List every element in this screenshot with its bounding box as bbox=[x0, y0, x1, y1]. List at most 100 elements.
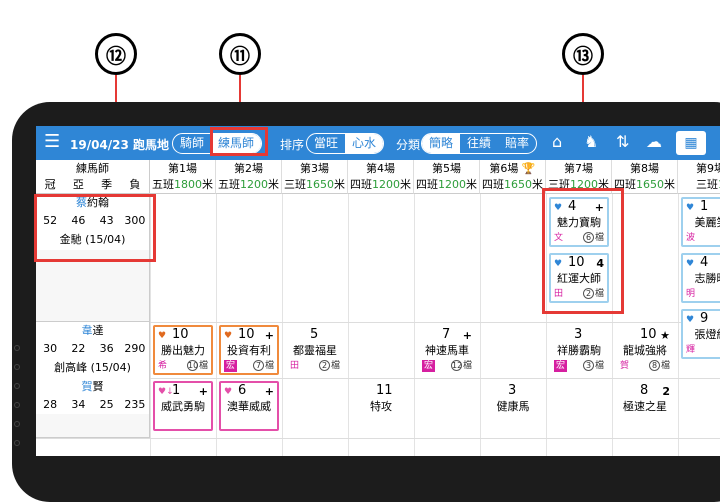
horse-name: 投資有利 bbox=[227, 344, 271, 357]
race-number: 第3場 bbox=[300, 162, 329, 175]
jockey-name: 輝 bbox=[686, 345, 696, 355]
group-record[interactable]: 往績 bbox=[460, 134, 498, 153]
highlight-box-trainer-stats bbox=[34, 194, 156, 262]
trainer-header-title: 練馬師 bbox=[76, 162, 109, 175]
trainer-stat: 34 bbox=[71, 398, 86, 411]
horse-name: 都靈福星 bbox=[293, 344, 337, 357]
trainer-row[interactable]: 韋達 30 22 36 290 創高峰 (15/04) bbox=[36, 322, 150, 378]
trainer-stat: 22 bbox=[71, 342, 86, 355]
horse-name: 張燈結 bbox=[694, 328, 720, 341]
horse-number: 3 bbox=[508, 383, 517, 398]
heart-icon: ♥ bbox=[224, 331, 233, 341]
race-header[interactable]: 第5場四班1200米 bbox=[414, 160, 480, 194]
trainer-name: 賀賢 bbox=[36, 378, 149, 396]
race-unit: 米 bbox=[334, 178, 345, 191]
horse-card[interactable]: ♥ 6 + 澳華威威 bbox=[219, 381, 279, 431]
race-class-distance: 三班1 bbox=[678, 177, 720, 192]
group-simple[interactable]: 簡略 bbox=[422, 134, 461, 153]
trainer-column-header: 練馬師 冠 亞 季 負 bbox=[36, 160, 150, 194]
jockey-name: 波 bbox=[686, 233, 696, 243]
calendar-icon[interactable]: ▦ bbox=[676, 131, 706, 155]
group-odds[interactable]: 賠率 bbox=[498, 134, 536, 153]
horse-name: 極速之星 bbox=[623, 400, 667, 413]
jockey-name: 宏 bbox=[422, 360, 436, 372]
horse-number: 10 bbox=[172, 327, 189, 342]
chat-icon[interactable]: ☁ bbox=[646, 132, 662, 151]
col-win: 冠 bbox=[44, 178, 56, 191]
race-distance: 1650 bbox=[306, 178, 334, 191]
horse-card[interactable]: 3 健康馬 bbox=[483, 381, 543, 431]
trainer-latest-win: 創高峰 (15/04) bbox=[36, 358, 149, 378]
horse-name: 威武勇駒 bbox=[161, 400, 205, 413]
horse-card[interactable]: 10 ★ 龍城強將賀 8 檔 bbox=[615, 325, 675, 375]
horse-mark: + bbox=[264, 385, 274, 398]
tab-jockey[interactable]: 騎師 bbox=[173, 134, 211, 153]
horse-card[interactable]: 3 祥勝霸駒宏 3 檔 bbox=[549, 325, 609, 375]
grid-column-line bbox=[414, 194, 415, 456]
horse-name: 志勝時 bbox=[694, 272, 720, 285]
horse-mark: 2 bbox=[662, 385, 670, 398]
sort-favourite[interactable]: 心水 bbox=[345, 134, 384, 153]
horse-card-top: ♥ 1 bbox=[686, 199, 720, 215]
race-number: 第5場 bbox=[432, 162, 461, 175]
horse-card[interactable]: ♥9張燈結輝5 bbox=[681, 309, 720, 359]
horse-card[interactable]: ♥ 10 勝出魅力希 10檔 bbox=[153, 325, 213, 375]
horse-card[interactable]: 8 2 極速之星 bbox=[615, 381, 675, 431]
race-class-distance: 四班1200米 bbox=[414, 177, 479, 192]
trainer-stat: 290 bbox=[124, 342, 146, 355]
draw-unit: 檔 bbox=[198, 361, 208, 371]
race-class-distance: 五班1200米 bbox=[216, 177, 281, 192]
race-class: 三班 bbox=[696, 178, 718, 191]
trainer-surname: 韋 bbox=[81, 324, 93, 337]
horse-card[interactable]: 11 特攻 bbox=[351, 381, 411, 431]
race-header[interactable]: 第1場 五班1800米 bbox=[150, 160, 216, 194]
horse-card[interactable]: 5 都靈福星田 2 檔 bbox=[285, 325, 345, 375]
horse-number: 1 bbox=[700, 199, 709, 214]
horse-card-top: ♥ 4 bbox=[686, 255, 720, 271]
tablet-side-dots bbox=[14, 345, 22, 459]
top-toolbar: ☰ 19/04/23 跑馬地 騎師 練馬師 排序 當旺 心水 分類 簡略 往績 … bbox=[36, 126, 720, 160]
horse-number: 10 bbox=[238, 327, 255, 342]
race-unit: 米 bbox=[664, 178, 675, 191]
race-header[interactable]: 第2場 五班1200米 bbox=[216, 160, 282, 194]
jockey-name: 宏 bbox=[554, 360, 568, 372]
trainer-row[interactable]: 賀賢 28 34 25 235 bbox=[36, 378, 150, 438]
grid-column-line bbox=[678, 194, 679, 456]
horse-mark: ★ bbox=[660, 329, 670, 342]
horse-card[interactable]: ♥4志勝時明5 bbox=[681, 253, 720, 303]
odds-icon[interactable]: ⇅ bbox=[616, 132, 629, 151]
race-header[interactable]: 第4場 四班1200米 bbox=[348, 160, 414, 194]
callout-marker-11: ⑪ bbox=[219, 33, 261, 75]
horse-card[interactable]: ♥↓ 1 + 威武勇駒 bbox=[153, 381, 213, 431]
draw-number: 12 bbox=[450, 360, 463, 371]
race-header[interactable]: 第6場 🏆 四班1650米 bbox=[480, 160, 546, 194]
horse-card-top: 10 ★ bbox=[620, 328, 670, 343]
horse-card[interactable]: 7 + 神速馬車宏 12檔 bbox=[417, 325, 477, 375]
horse-name: 特攻 bbox=[370, 400, 392, 413]
sort-label: 排序 bbox=[280, 138, 305, 152]
horse-number: 8 bbox=[640, 383, 649, 398]
trainer-stat: 25 bbox=[99, 398, 114, 411]
col-third: 季 bbox=[101, 178, 113, 191]
race-header[interactable]: 第3場 三班1650米 bbox=[282, 160, 348, 194]
horse-card[interactable]: ♥ 10 + 投資有利宏 7 檔 bbox=[219, 325, 279, 375]
horse-icon[interactable]: ♞ bbox=[584, 132, 598, 151]
race-header[interactable]: 第9場三班1 bbox=[678, 160, 720, 194]
race-number: 第8場 bbox=[630, 162, 659, 175]
race-unit: 米 bbox=[268, 178, 279, 191]
horse-number: 4 bbox=[700, 255, 709, 270]
group-toggle: 簡略 往績 賠率 bbox=[421, 133, 538, 154]
sort-hot[interactable]: 當旺 bbox=[307, 134, 345, 153]
callout-marker-12: ⑫ bbox=[95, 33, 137, 75]
trainer-given-name: 達 bbox=[92, 324, 104, 337]
horse-card[interactable]: ♥1美麗笑波5 bbox=[681, 197, 720, 247]
jockey-name: 希 bbox=[158, 361, 168, 371]
barrier-draw: 12檔 bbox=[450, 360, 472, 372]
menu-icon[interactable]: ☰ bbox=[44, 133, 60, 151]
home-icon[interactable]: ⌂ bbox=[552, 132, 562, 151]
jockey-name: 明 bbox=[686, 289, 696, 299]
trainer-stats: 28 34 25 235 bbox=[36, 396, 149, 414]
horse-name: 祥勝霸駒 bbox=[557, 344, 601, 357]
horse-card-top: ♥ 10 bbox=[158, 327, 208, 343]
trainer-given-name: 賢 bbox=[92, 380, 104, 393]
